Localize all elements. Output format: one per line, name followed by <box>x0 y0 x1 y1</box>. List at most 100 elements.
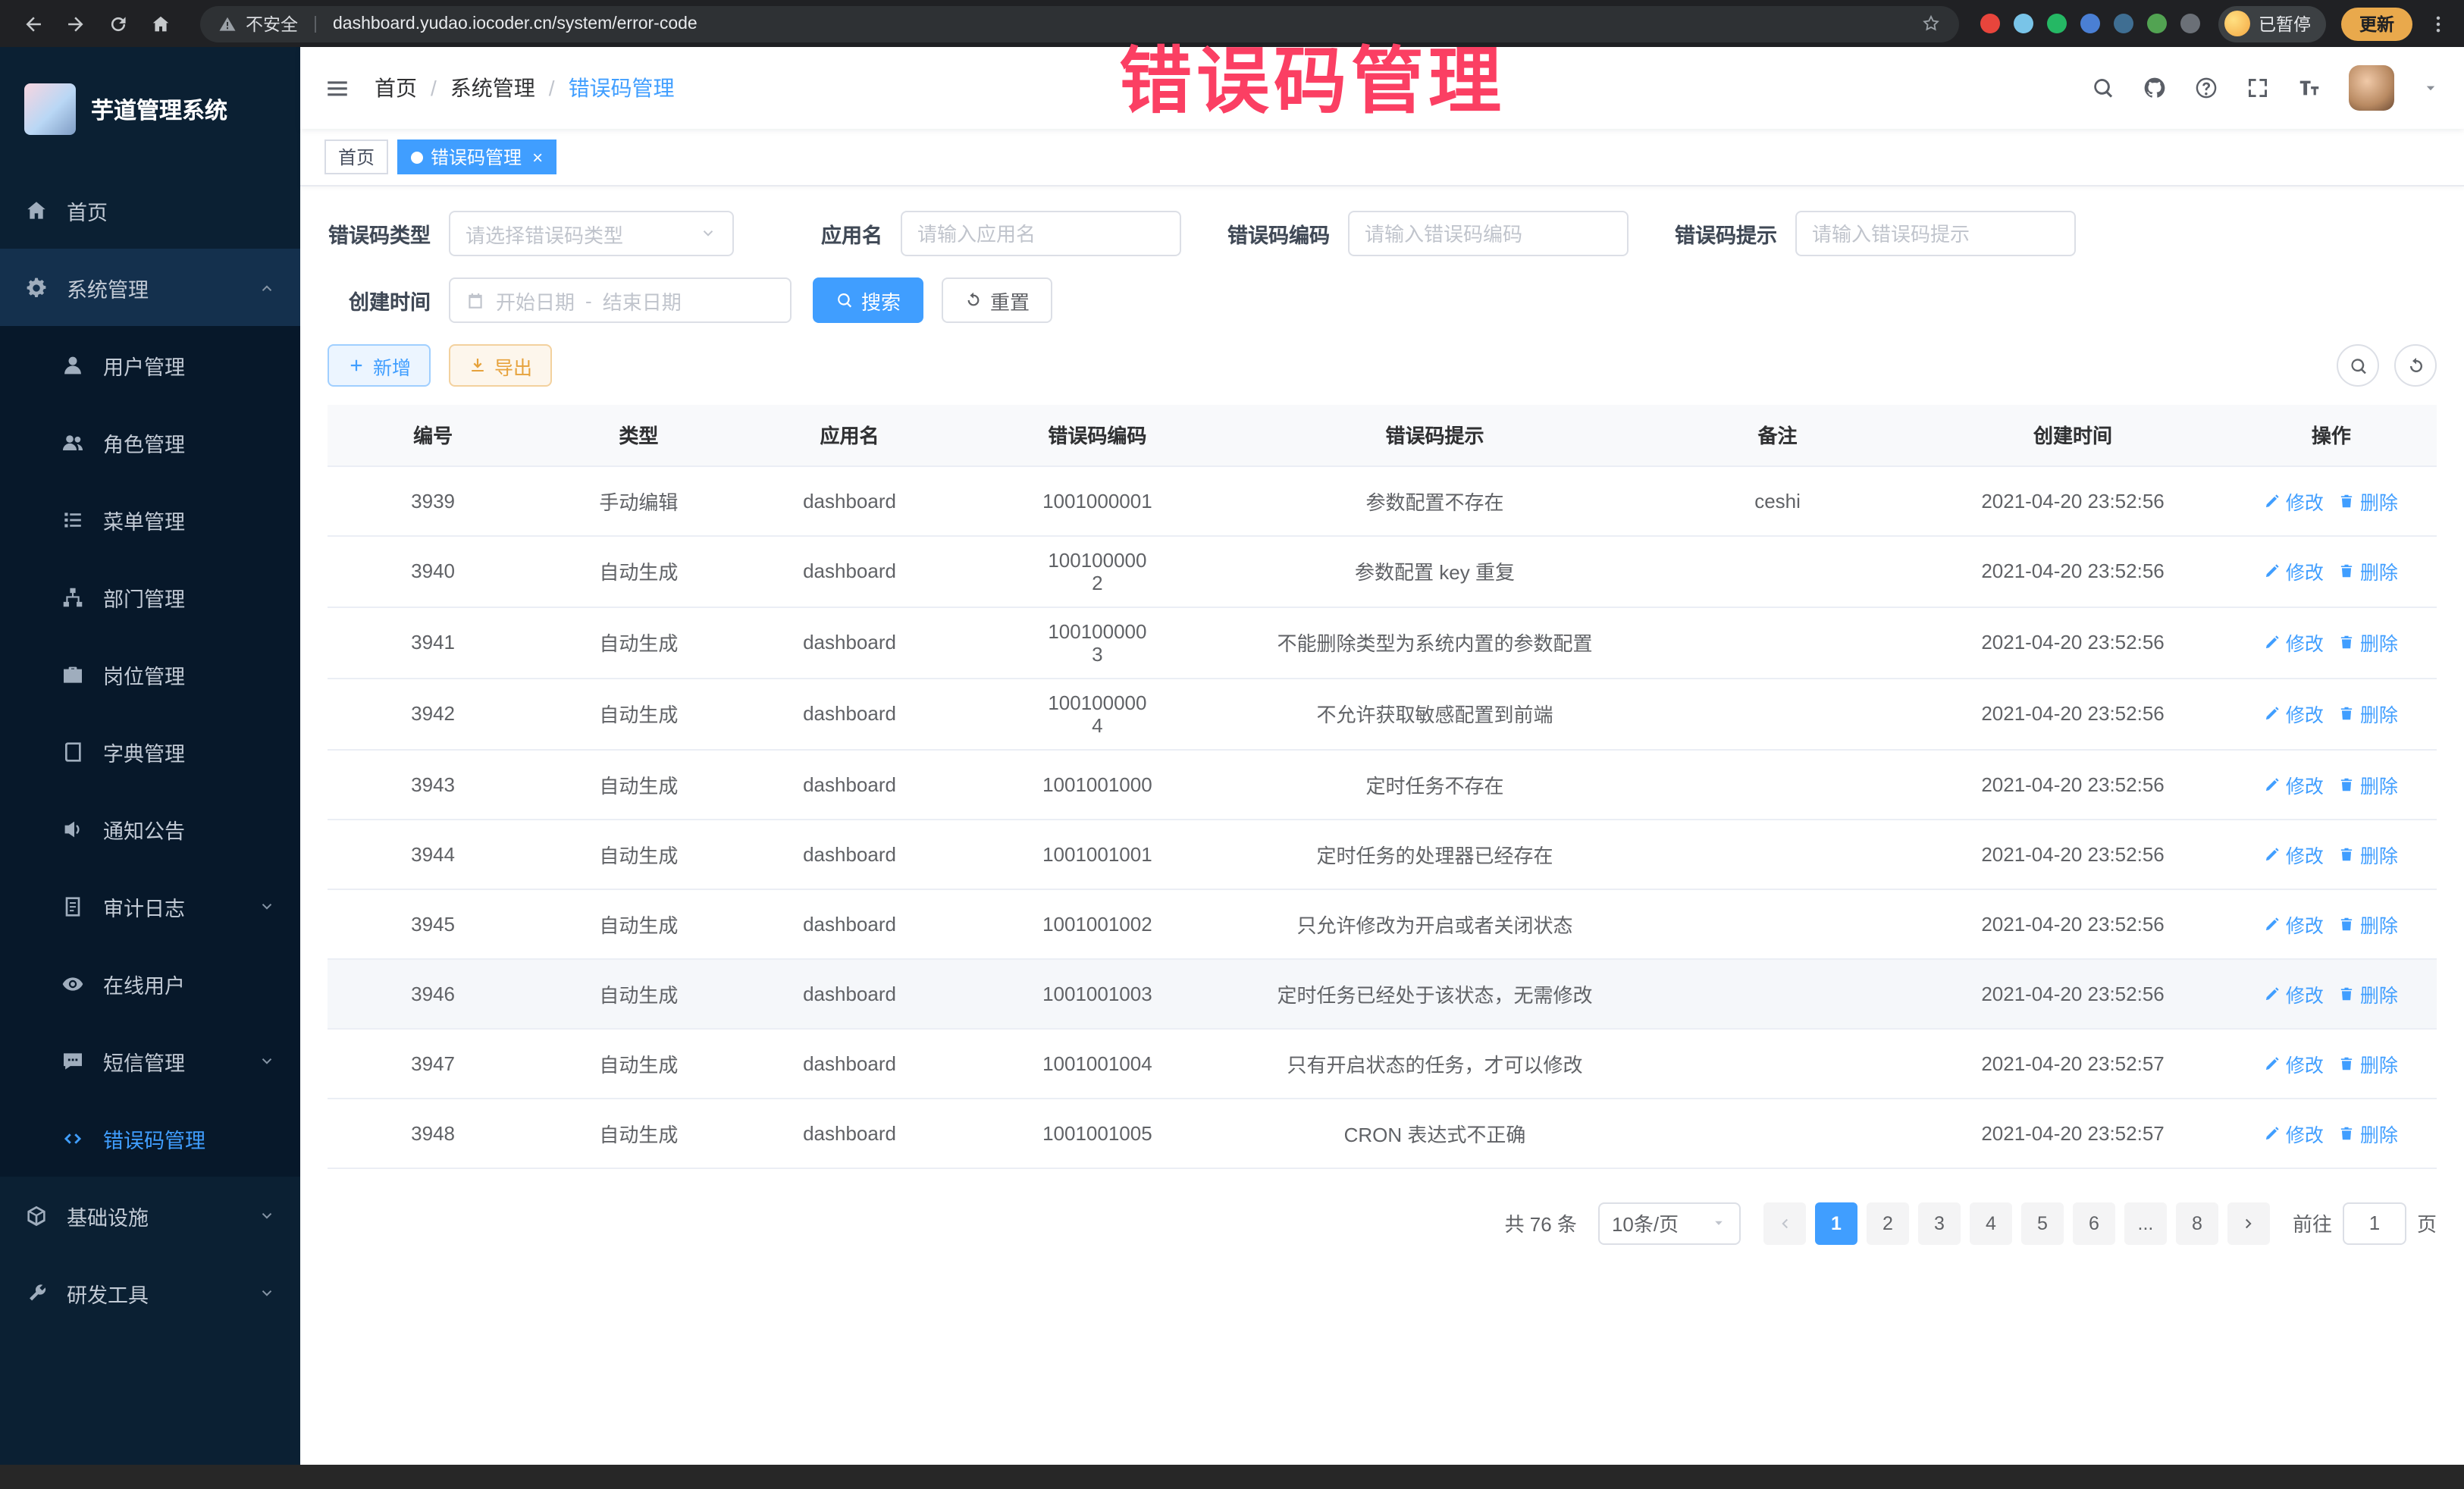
edit-link[interactable]: 修改 <box>2265 770 2324 798</box>
total-count: 共 76 条 <box>1505 1208 1577 1237</box>
browser-menu-icon[interactable] <box>2428 13 2449 34</box>
sidebar-item-infrastructure[interactable]: 基础设施 <box>0 1177 300 1254</box>
page-button-8[interactable]: 8 <box>2176 1202 2218 1244</box>
page-size-select[interactable]: 10条/页 <box>1598 1202 1741 1244</box>
delete-link[interactable]: 删除 <box>2339 556 2398 585</box>
extension-pin-icon[interactable] <box>2180 14 2199 33</box>
page-button-4[interactable]: 4 <box>1970 1202 2012 1244</box>
extension-leaf-icon[interactable] <box>2146 14 2166 33</box>
breadcrumb-item[interactable]: 系统管理 <box>450 73 535 103</box>
forward-icon[interactable] <box>58 5 94 42</box>
cell-remark <box>1635 535 1920 607</box>
goto-unit-label: 页 <box>2417 1208 2437 1237</box>
edit-link[interactable]: 修改 <box>2265 839 2324 868</box>
hamburger-icon[interactable] <box>324 75 350 101</box>
edit-link[interactable]: 修改 <box>2265 909 2324 938</box>
close-icon[interactable]: × <box>532 148 543 166</box>
page-ellipsis[interactable]: ... <box>2124 1202 2167 1244</box>
app-logo[interactable]: 芋道管理系统 <box>0 47 300 171</box>
sidebar-item-system[interactable]: 系统管理 <box>0 249 300 326</box>
delete-link[interactable]: 删除 <box>2339 1049 2398 1077</box>
sidebar-item-sms[interactable]: 短信管理 <box>0 1022 300 1099</box>
address-bar[interactable]: 不安全 | dashboard.yudao.iocoder.cn/system/… <box>200 5 1958 42</box>
fullscreen-icon[interactable] <box>2246 76 2270 100</box>
reload-icon[interactable] <box>100 5 136 42</box>
error-type-select[interactable]: 请选择错误码类型 <box>449 211 734 256</box>
back-icon[interactable] <box>15 5 52 42</box>
edit-link[interactable]: 修改 <box>2265 979 2324 1008</box>
delete-link[interactable]: 删除 <box>2339 839 2398 868</box>
delete-link[interactable]: 删除 <box>2339 1118 2398 1147</box>
chevron-down-icon[interactable] <box>2422 79 2440 97</box>
prev-page-button[interactable] <box>1763 1202 1806 1244</box>
delete-link[interactable]: 删除 <box>2339 486 2398 515</box>
app-name-input[interactable] <box>901 211 1181 256</box>
browser-profile-chip[interactable]: 已暂停 <box>2218 5 2326 42</box>
page-button-5[interactable]: 5 <box>2021 1202 2064 1244</box>
pencil-icon <box>2265 1124 2281 1141</box>
error-hint-input[interactable] <box>1795 211 2076 256</box>
extension-onetab-icon[interactable] <box>2113 14 2133 33</box>
page-button-2[interactable]: 2 <box>1867 1202 1909 1244</box>
edit-link[interactable]: 修改 <box>2265 628 2324 657</box>
edit-link[interactable]: 修改 <box>2265 1049 2324 1077</box>
error-code-input[interactable] <box>1348 211 1629 256</box>
op-label: 删除 <box>2360 770 2398 798</box>
table-row: 3939手动编辑dashboard1001000001参数配置不存在ceshi2… <box>328 466 2437 535</box>
sidebar-item-audit-logs[interactable]: 审计日志 <box>0 867 300 945</box>
sidebar-item-home[interactable]: 首页 <box>0 171 300 249</box>
add-button[interactable]: 新增 <box>328 344 431 387</box>
delete-link[interactable]: 删除 <box>2339 909 2398 938</box>
delete-link[interactable]: 删除 <box>2339 979 2398 1008</box>
browser-home-icon[interactable] <box>143 5 179 42</box>
next-page-button[interactable] <box>2227 1202 2270 1244</box>
error-type-placeholder: 请选择错误码类型 <box>466 219 623 248</box>
refresh-table-button[interactable] <box>2394 344 2437 387</box>
font-size-icon[interactable] <box>2297 76 2321 100</box>
cell-actions: 修改删除 <box>2226 1028 2437 1098</box>
delete-link[interactable]: 删除 <box>2339 699 2398 728</box>
sidebar-item-dev-tools[interactable]: 研发工具 <box>0 1254 300 1331</box>
extension-green-check-icon[interactable] <box>2046 14 2066 33</box>
column-header: 应用名 <box>738 405 960 466</box>
date-range-picker[interactable]: 开始日期 - 结束日期 <box>449 277 792 323</box>
sidebar-item-menus[interactable]: 菜单管理 <box>0 481 300 558</box>
sidebar-item-departments[interactable]: 部门管理 <box>0 558 300 635</box>
edit-link[interactable]: 修改 <box>2265 556 2324 585</box>
reset-button[interactable]: 重置 <box>942 277 1052 323</box>
sidebar-item-dictionaries[interactable]: 字典管理 <box>0 713 300 790</box>
sidebar-item-online-users[interactable]: 在线用户 <box>0 945 300 1022</box>
sidebar-item-notices[interactable]: 通知公告 <box>0 790 300 867</box>
sidebar-item-positions[interactable]: 岗位管理 <box>0 635 300 713</box>
search-icon[interactable] <box>2091 76 2115 100</box>
extension-blue-stats-icon[interactable] <box>2080 14 2099 33</box>
goto-page-input[interactable] <box>2343 1202 2406 1244</box>
toggle-search-button[interactable] <box>2337 344 2379 387</box>
page-button-3[interactable]: 3 <box>1918 1202 1961 1244</box>
delete-link[interactable]: 删除 <box>2339 770 2398 798</box>
bookmark-star-icon[interactable] <box>1920 14 1940 33</box>
edit-link[interactable]: 修改 <box>2265 486 2324 515</box>
sidebar-item-roles[interactable]: 角色管理 <box>0 403 300 481</box>
page-button-6[interactable]: 6 <box>2073 1202 2115 1244</box>
help-icon[interactable] <box>2194 76 2218 100</box>
url-text: dashboard.yudao.iocoder.cn/system/error-… <box>333 14 698 33</box>
export-button[interactable]: 导出 <box>449 344 552 387</box>
github-icon[interactable] <box>2143 76 2167 100</box>
cell-time: 2021-04-20 23:52:56 <box>1920 958 2225 1028</box>
breadcrumb-item[interactable]: 首页 <box>375 73 417 103</box>
extension-red-icon[interactable] <box>1980 14 1999 33</box>
tab-error-code[interactable]: 错误码管理× <box>397 139 556 174</box>
sidebar-item-users[interactable]: 用户管理 <box>0 326 300 403</box>
edit-link[interactable]: 修改 <box>2265 699 2324 728</box>
user-avatar[interactable] <box>2349 65 2394 111</box>
screen: 不安全 | dashboard.yudao.iocoder.cn/system/… <box>0 0 2464 1489</box>
tab-home[interactable]: 首页 <box>324 139 388 174</box>
page-button-1[interactable]: 1 <box>1815 1202 1857 1244</box>
sidebar-item-error-codes[interactable]: 错误码管理 <box>0 1099 300 1177</box>
extension-drop-icon[interactable] <box>2013 14 2033 33</box>
browser-update-button[interactable]: 更新 <box>2341 7 2412 40</box>
edit-link[interactable]: 修改 <box>2265 1118 2324 1147</box>
delete-link[interactable]: 删除 <box>2339 628 2398 657</box>
search-button[interactable]: 搜索 <box>813 277 923 323</box>
